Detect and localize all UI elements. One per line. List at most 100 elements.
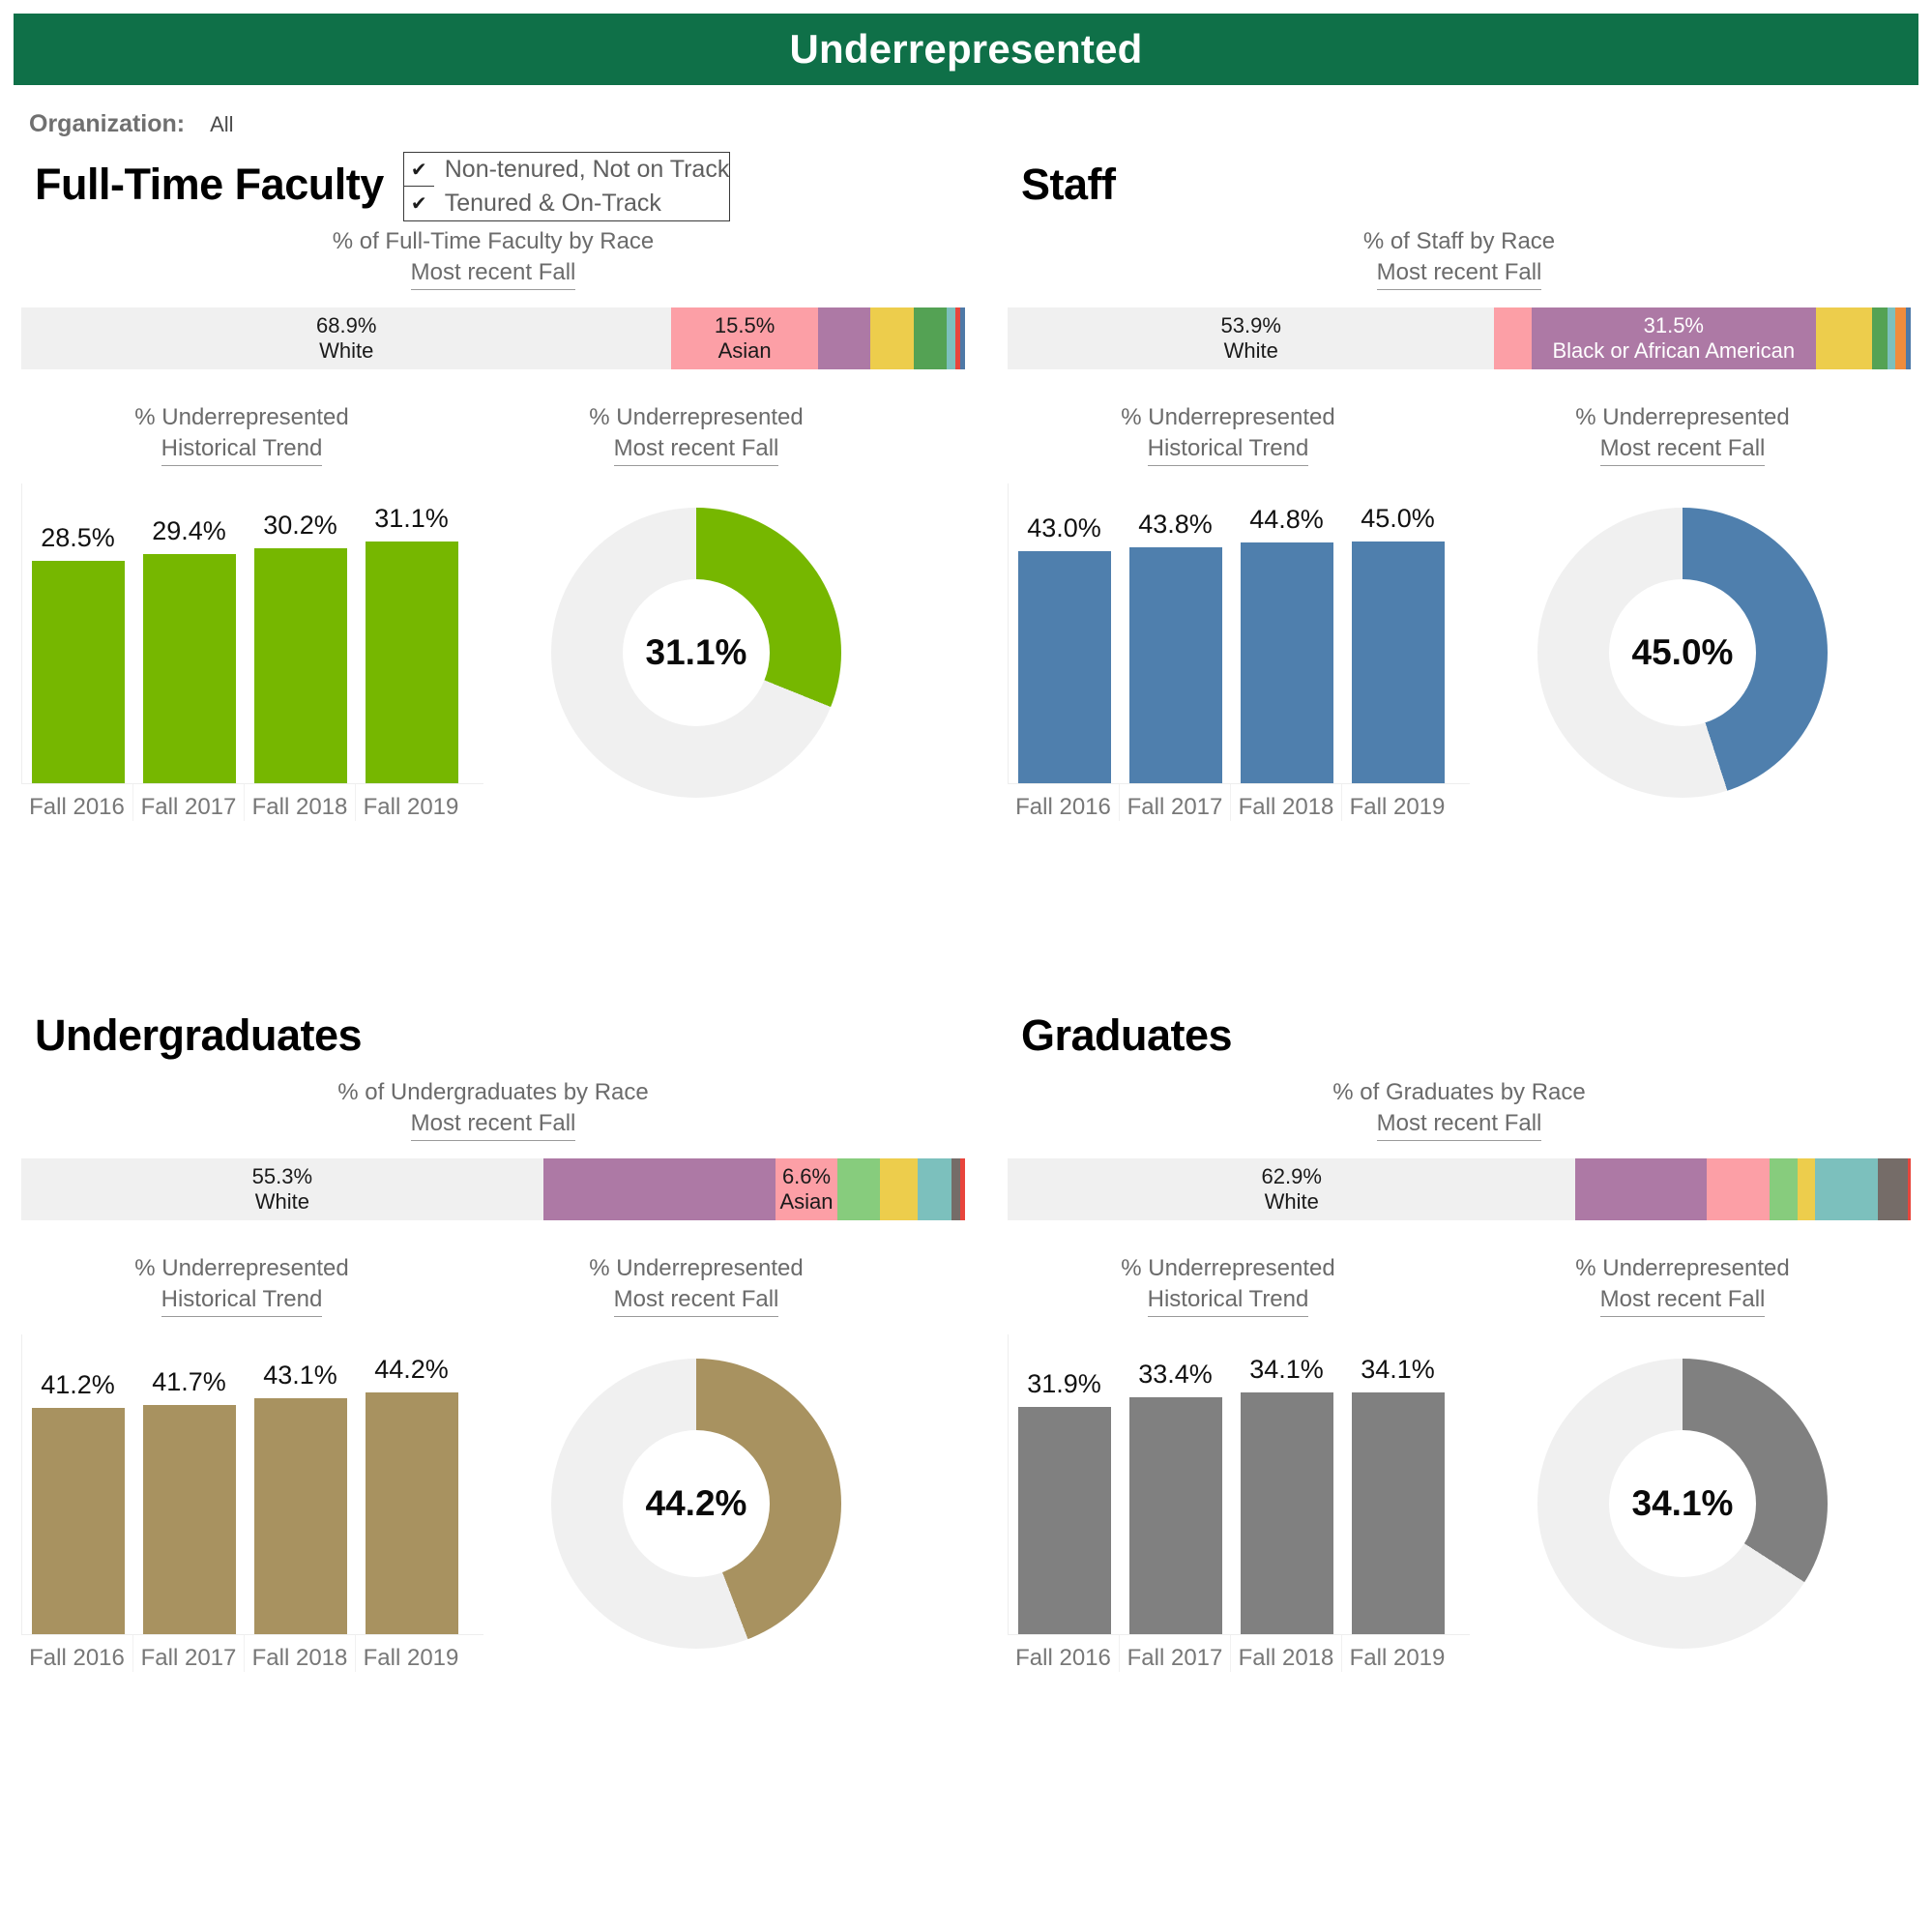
bar-group[interactable]: 34.1% — [1342, 1334, 1453, 1634]
x-axis-tick-label: Fall 2019 — [355, 1634, 466, 1672]
historical-trend-bar-chart-full-time-faculty[interactable]: 28.5% 29.4% 30.2% 31.1% Fall 2016 Fall 2017 Fa… — [0, 483, 483, 822]
race-segment[interactable]: 15.5% Asian — [671, 307, 818, 369]
race-segment[interactable] — [1895, 307, 1907, 369]
donut-ring[interactable]: 45.0% — [1537, 507, 1828, 798]
checkmark-icon[interactable]: ✔ — [403, 153, 434, 187]
historical-trend-bar-chart-graduates[interactable]: 31.9% 33.4% 34.1% 34.1% Fall 2016 Fall 2017 Fa… — [986, 1333, 1470, 1673]
race-segment[interactable] — [1815, 307, 1872, 369]
bar-group[interactable]: 41.2% — [22, 1334, 133, 1634]
race-segment-pct: 6.6% — [781, 1164, 832, 1189]
most-recent-fall-donut-graduates[interactable]: 34.1% — [1470, 1334, 1895, 1673]
race-segment[interactable]: 31.5% Black or African American — [1531, 307, 1816, 369]
race-segment[interactable] — [1770, 1157, 1799, 1220]
race-segment[interactable] — [1878, 1157, 1909, 1220]
checkmark-icon[interactable]: ✔ — [404, 187, 434, 220]
race-segment[interactable] — [960, 307, 965, 369]
race-segment[interactable]: 6.6% Asian — [775, 1157, 838, 1220]
race-segment[interactable] — [914, 307, 948, 369]
bar[interactable] — [1017, 1407, 1111, 1634]
bar[interactable] — [1351, 1391, 1445, 1634]
bar-group[interactable]: 44.2% — [356, 1334, 467, 1634]
race-segment[interactable] — [947, 307, 956, 369]
bar-group[interactable]: 41.7% — [133, 1334, 245, 1634]
donut-ring[interactable]: 44.2% — [551, 1358, 841, 1649]
race-segment[interactable] — [1906, 307, 1911, 369]
race-segment-pct: 62.9% — [1261, 1164, 1322, 1189]
race-segment[interactable] — [1575, 1157, 1707, 1220]
checkbox-row-0[interactable]: ✔ Non-tenured, Not on Track — [403, 153, 730, 187]
race-segment[interactable] — [817, 307, 871, 369]
most-recent-fall-donut-staff[interactable]: 45.0% — [1470, 483, 1895, 822]
race-stacked-bar[interactable]: 68.9% White 15.5% Asian — [21, 307, 965, 369]
charts-row-graduates: 31.9% 33.4% 34.1% 34.1% Fall 2016 Fall 2017 Fa… — [986, 1333, 1932, 1673]
race-segment[interactable] — [1871, 307, 1888, 369]
race-stacked-bar[interactable]: 53.9% White 31.5% Black or African American — [1008, 307, 1911, 369]
race-stacked-bar[interactable]: 62.9% White — [1008, 1157, 1911, 1220]
donut-ring[interactable]: 34.1% — [1537, 1358, 1828, 1649]
organization-filter-value[interactable]: All — [210, 112, 233, 137]
race-stacked-bar[interactable]: 55.3% White 6.6% Asian — [21, 1157, 965, 1220]
bar[interactable] — [253, 547, 347, 783]
bar-group[interactable]: 34.1% — [1231, 1334, 1342, 1634]
race-bar-wrapper-full-time-faculty: 68.9% White 15.5% Asian — [0, 307, 986, 369]
race-segment[interactable] — [1494, 307, 1532, 369]
bar[interactable] — [31, 1407, 125, 1634]
race-segment[interactable] — [918, 1157, 952, 1220]
bar-group[interactable]: 33.4% — [1120, 1334, 1231, 1634]
race-segment-pct: 55.3% — [251, 1164, 313, 1189]
panel-title-full-time-faculty: Full-Time Faculty — [35, 160, 384, 209]
faculty-type-checkbox-group[interactable]: ✔ Non-tenured, Not on Track ✔ Tenured & On-… — [402, 152, 731, 221]
most-recent-fall-donut-undergraduates[interactable]: 44.2% — [483, 1334, 909, 1673]
bar-value-label: 34.1% — [1249, 1354, 1324, 1384]
bar[interactable] — [253, 1397, 347, 1634]
race-segment[interactable]: 53.9% White — [1008, 307, 1495, 369]
bar-group[interactable]: 44.8% — [1231, 483, 1342, 783]
bar[interactable] — [1351, 541, 1445, 783]
bar[interactable] — [1240, 542, 1333, 783]
checkbox-row-1[interactable]: ✔ Tenured & On-Track — [404, 187, 730, 220]
bar-value-label: 41.7% — [152, 1367, 226, 1397]
donut-ring[interactable]: 31.1% — [551, 507, 841, 798]
race-segment[interactable] — [1706, 1157, 1771, 1220]
race-segment[interactable] — [951, 1157, 961, 1220]
bar-group[interactable]: 43.0% — [1009, 483, 1120, 783]
race-segment[interactable] — [1798, 1157, 1815, 1220]
race-chart-caption-graduates: % of Graduates by Race Most recent Fall — [986, 1077, 1932, 1141]
race-segment[interactable] — [1887, 307, 1896, 369]
panel-header-graduates: Graduates — [986, 994, 1932, 1077]
bar-group[interactable]: 31.1% — [356, 483, 467, 783]
race-segment[interactable] — [1814, 1157, 1879, 1220]
bar[interactable] — [31, 560, 125, 783]
x-axis-tick-label: Fall 2016 — [29, 793, 125, 820]
race-segment[interactable] — [870, 307, 915, 369]
race-segment[interactable] — [837, 1157, 881, 1220]
bar[interactable] — [1240, 1391, 1333, 1634]
bar[interactable] — [142, 553, 236, 783]
race-segment[interactable]: 68.9% White — [21, 307, 672, 369]
caption-line-1: % Underrepresented — [134, 403, 349, 430]
bar[interactable] — [142, 1405, 236, 1634]
race-segment-label: White — [1223, 337, 1278, 363]
bar[interactable] — [365, 541, 458, 783]
bar-group[interactable]: 28.5% — [22, 483, 133, 783]
bar[interactable] — [365, 1391, 458, 1634]
bar[interactable] — [1128, 547, 1222, 783]
historical-trend-bar-chart-staff[interactable]: 43.0% 43.8% 44.8% 45.0% Fall 2016 Fall 2017 Fa… — [986, 483, 1470, 822]
race-segment[interactable]: 55.3% White — [21, 1157, 543, 1220]
bar[interactable] — [1017, 551, 1111, 783]
race-segment[interactable] — [542, 1157, 776, 1220]
bar-group[interactable]: 31.9% — [1009, 1334, 1120, 1634]
race-segment[interactable] — [880, 1157, 919, 1220]
historical-trend-bar-chart-undergraduates[interactable]: 41.2% 41.7% 43.1% 44.2% Fall 2016 Fall 2017 Fa… — [0, 1333, 483, 1673]
bar-group[interactable]: 29.4% — [133, 483, 245, 783]
race-segment[interactable] — [1908, 1157, 1911, 1220]
bar-group[interactable]: 45.0% — [1342, 483, 1453, 783]
bar-group[interactable]: 43.1% — [245, 1334, 356, 1634]
bar-group[interactable]: 43.8% — [1120, 483, 1231, 783]
race-segment[interactable] — [960, 1157, 965, 1220]
most-recent-fall-donut-full-time-faculty[interactable]: 31.1% — [483, 483, 909, 822]
checkbox-label: Non-tenured, Not on Track — [444, 156, 730, 183]
bar-group[interactable]: 30.2% — [245, 483, 356, 783]
race-segment[interactable]: 62.9% White — [1008, 1157, 1576, 1220]
bar[interactable] — [1128, 1396, 1222, 1634]
